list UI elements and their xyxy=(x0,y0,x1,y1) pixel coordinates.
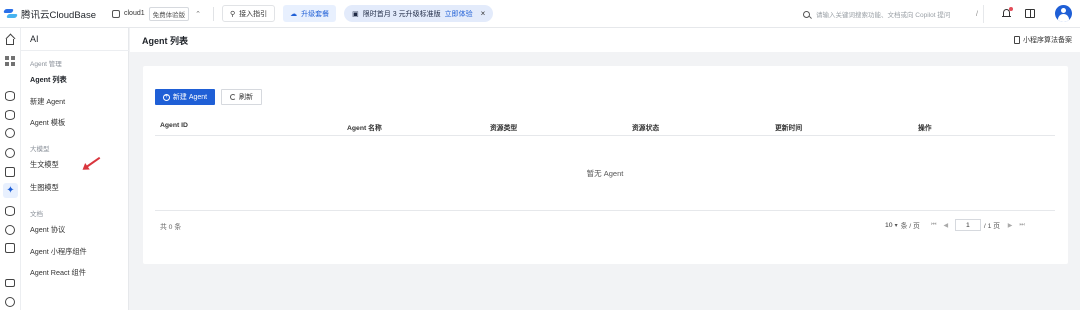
sidebar-group-docs: 文档 xyxy=(30,211,43,218)
page-header: Agent 列表 小程序算法备案 xyxy=(130,28,1080,52)
new-agent-label: 新建 Agent xyxy=(172,94,208,101)
total-count: 共 0 条 xyxy=(160,224,182,231)
access-guide-button[interactable]: ⚲ 接入指引 xyxy=(222,5,276,22)
last-page-icon[interactable]: ⏭ xyxy=(1016,222,1028,229)
search-input[interactable]: 请输入关键词搜索功能、文档或向 Copilot 提问 xyxy=(816,9,976,19)
sidebar: AI Agent 管理 Agent 列表 新建 Agent Agent 模板 大… xyxy=(21,28,129,310)
hosting-icon[interactable] xyxy=(5,167,15,177)
sidebar-item-text-model[interactable]: 生文模型 xyxy=(30,160,59,170)
docs-book-icon[interactable] xyxy=(1025,9,1035,18)
chevron-updown-icon: ⌃ xyxy=(195,10,202,18)
refresh-button[interactable]: 刷新 xyxy=(221,89,262,105)
pin-icon: ⚲ xyxy=(230,10,236,18)
sidebar-item-miniprogram-component[interactable]: Agent 小程序组件 xyxy=(30,247,87,257)
new-agent-button[interactable]: + 新建 Agent xyxy=(155,89,215,105)
sidebar-item-image-model[interactable]: 生图模型 xyxy=(30,183,59,193)
page-size-unit: 条 / 页 xyxy=(900,223,920,230)
storage-icon[interactable] xyxy=(5,110,15,120)
search-icon xyxy=(803,10,810,18)
monitor-icon[interactable] xyxy=(5,279,15,287)
brand-name: 腾讯云CloudBase xyxy=(21,9,96,21)
prev-page-icon[interactable]: ◀ xyxy=(940,222,952,229)
sidebar-title: AI xyxy=(30,34,39,44)
refresh-icon xyxy=(230,94,236,100)
user-icon[interactable] xyxy=(5,225,15,235)
table-empty-state: 暂无 Agent xyxy=(155,136,1055,211)
first-page-icon[interactable]: ⏮ xyxy=(928,222,940,229)
upgrade-plan-button[interactable]: ☁ 升级套餐 xyxy=(283,5,337,22)
next-page-icon[interactable]: ▶ xyxy=(1004,222,1016,229)
search-shortcut: / xyxy=(976,10,978,18)
cloudbase-logo-icon xyxy=(3,8,18,19)
column-header-agent-name: Agent 名称 xyxy=(347,125,382,132)
unread-dot xyxy=(1009,7,1013,11)
column-header-resource-type: 资源类型 xyxy=(490,125,518,132)
page-number-input[interactable]: 1 xyxy=(954,219,981,231)
promo-banner: ▣ 限时首月 3 元升级标准版 立即体验 × xyxy=(344,5,494,22)
column-header-actions: 操作 xyxy=(918,125,932,132)
integration-icon[interactable] xyxy=(5,243,15,253)
top-bar: 腾讯云CloudBase cloud1 免费体验版 ⌃ ⚲ 接入指引 ☁ 升级套… xyxy=(0,0,1080,28)
refresh-label: 刷新 xyxy=(239,94,253,101)
sidebar-group-agent: Agent 管理 xyxy=(30,61,62,68)
sidebar-item-new-agent[interactable]: 新建 Agent xyxy=(30,97,65,107)
page-title: Agent 列表 xyxy=(142,36,188,46)
divider xyxy=(213,6,215,21)
promo-try-link[interactable]: 立即体验 xyxy=(445,9,473,19)
divider xyxy=(21,50,129,51)
database-icon[interactable] xyxy=(5,91,15,101)
extension-icon[interactable] xyxy=(5,206,15,216)
table-header: Agent ID Agent 名称 资源类型 资源状态 更新时间 操作 xyxy=(155,118,1055,136)
clipboard-icon xyxy=(1014,36,1020,44)
total-pages: / 1 页 xyxy=(983,223,1001,230)
promo-film-icon: ▣ xyxy=(352,10,359,18)
function-icon[interactable] xyxy=(5,128,15,138)
upgrade-plan-label: 升级套餐 xyxy=(301,10,330,18)
icon-rail: ✦ xyxy=(0,28,21,310)
annotation-arrow xyxy=(84,156,101,169)
sidebar-group-llm: 大模型 xyxy=(30,146,50,153)
pagination: 10 ▾ 条 / 页 ⏮ ◀ 1 / 1 页 ▶ ⏭ xyxy=(885,218,1028,232)
home-icon[interactable] xyxy=(6,39,14,45)
sidebar-item-agent-template[interactable]: Agent 模板 xyxy=(30,118,65,128)
algorithm-filing-link[interactable]: 小程序算法备案 xyxy=(1014,35,1072,45)
cloud-upload-icon: ☁ xyxy=(290,10,298,18)
sidebar-item-agent-list[interactable]: Agent 列表 xyxy=(30,75,67,85)
sidebar-item-agent-protocol[interactable]: Agent 协议 xyxy=(30,225,65,235)
access-guide-label: 接入指引 xyxy=(239,10,268,18)
ai-icon[interactable]: ✦ xyxy=(3,183,18,198)
environment-name: cloud1 xyxy=(124,10,145,17)
environment-cube-icon xyxy=(112,9,120,18)
global-search[interactable]: 请输入关键词搜索功能、文档或向 Copilot 提问 / xyxy=(798,5,984,23)
avatar[interactable] xyxy=(1055,5,1072,22)
column-header-agent-id: Agent ID xyxy=(160,122,188,129)
environment-selector[interactable]: cloud1 免费体验版 ⌃ xyxy=(108,6,205,22)
brand[interactable]: 腾讯云CloudBase xyxy=(0,7,104,21)
column-header-resource-status: 资源状态 xyxy=(632,125,660,132)
column-header-updated-at: 更新时间 xyxy=(775,125,803,132)
dashboard-icon[interactable] xyxy=(5,56,15,66)
page-size-select[interactable]: 10 xyxy=(885,222,893,229)
notification-bell-icon[interactable] xyxy=(1002,7,1013,18)
rocket-icon[interactable] xyxy=(5,297,15,307)
algorithm-filing-label: 小程序算法备案 xyxy=(1023,37,1072,44)
cloud-run-icon[interactable] xyxy=(5,148,15,158)
promo-text: 限时首月 3 元升级标准版 xyxy=(362,10,441,18)
sidebar-item-react-component[interactable]: Agent React 组件 xyxy=(30,268,86,278)
plan-badge: 免费体验版 xyxy=(148,6,190,21)
chevron-down-icon[interactable]: ▾ xyxy=(895,222,898,229)
agent-list-card: + 新建 Agent 刷新 Agent ID Agent 名称 资源类型 资源状… xyxy=(143,66,1068,264)
close-icon[interactable]: × xyxy=(481,9,486,18)
plus-circle-icon: + xyxy=(162,93,170,101)
